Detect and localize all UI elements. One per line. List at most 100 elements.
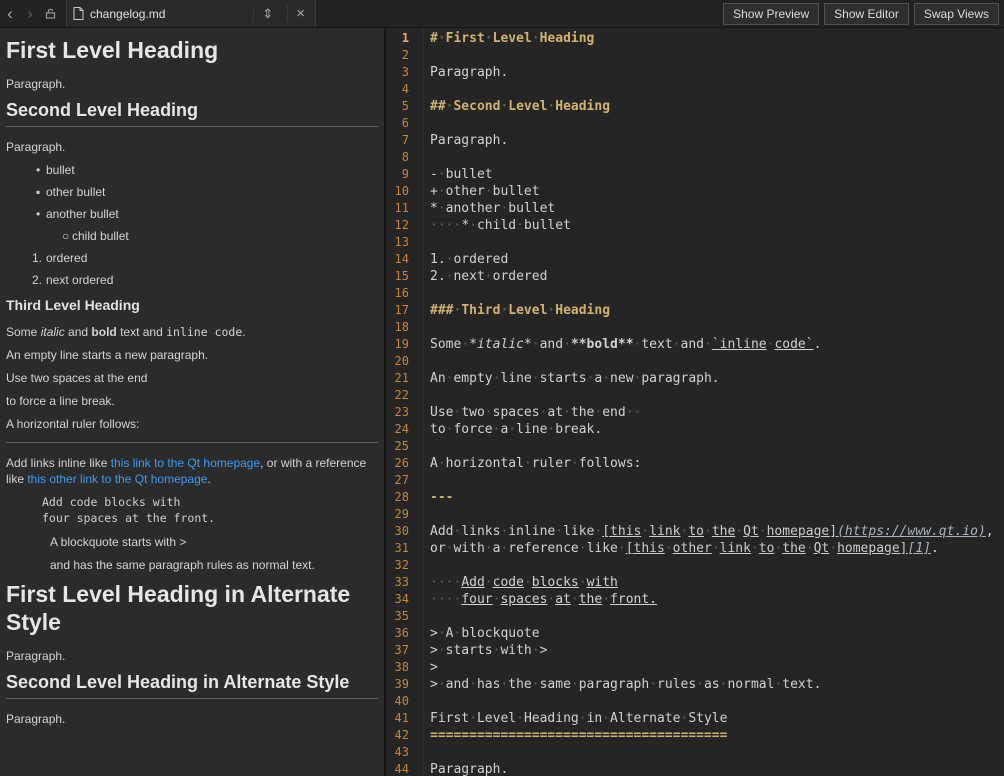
line-number[interactable]: 16 bbox=[386, 285, 409, 302]
editor-pane[interactable]: 1234567891011121314151617181920212223242… bbox=[386, 28, 1004, 776]
editor-line[interactable] bbox=[430, 115, 1004, 132]
editor-line[interactable] bbox=[430, 353, 1004, 370]
editor-line[interactable] bbox=[430, 557, 1004, 574]
line-number[interactable]: 38 bbox=[386, 659, 409, 676]
editor-line[interactable]: Add·links·inline·like·[this·link·to·the·… bbox=[430, 523, 1004, 540]
line-number[interactable]: 19 bbox=[386, 336, 409, 353]
line-number[interactable]: 44 bbox=[386, 761, 409, 776]
editor-line[interactable]: ###·Third·Level·Heading bbox=[430, 302, 1004, 319]
editor-line[interactable]: ##·Second·Level·Heading bbox=[430, 98, 1004, 115]
line-number[interactable]: 37 bbox=[386, 642, 409, 659]
editor-line[interactable]: -·bullet bbox=[430, 166, 1004, 183]
editor-line[interactable] bbox=[430, 319, 1004, 336]
line-number[interactable]: 6 bbox=[386, 115, 409, 132]
line-number[interactable]: 43 bbox=[386, 744, 409, 761]
editor-line[interactable]: ====================================== bbox=[430, 727, 1004, 744]
line-number[interactable]: 39 bbox=[386, 676, 409, 693]
close-tab-icon[interactable]: × bbox=[287, 5, 309, 22]
forward-button[interactable]: › bbox=[20, 1, 40, 27]
editor-line[interactable]: First·Level·Heading·in·Alternate·Style bbox=[430, 710, 1004, 727]
line-number[interactable]: 11 bbox=[386, 200, 409, 217]
line-number[interactable]: 42 bbox=[386, 727, 409, 744]
preview-link[interactable]: this other link to the Qt homepage bbox=[27, 472, 207, 486]
split-view-icon[interactable]: ⇕ bbox=[253, 6, 281, 22]
editor-line[interactable]: 2.·next·ordered bbox=[430, 268, 1004, 285]
line-number[interactable]: 29 bbox=[386, 506, 409, 523]
editor-line[interactable]: #·First·Level·Heading bbox=[430, 30, 1004, 47]
line-number[interactable]: 23 bbox=[386, 404, 409, 421]
editor-line[interactable] bbox=[430, 387, 1004, 404]
editor-line[interactable]: Paragraph. bbox=[430, 132, 1004, 149]
editor-line[interactable]: or·with·a·reference·like·[this·other·lin… bbox=[430, 540, 1004, 557]
line-number[interactable]: 15 bbox=[386, 268, 409, 285]
line-number[interactable]: 36 bbox=[386, 625, 409, 642]
editor-line[interactable] bbox=[430, 438, 1004, 455]
line-number[interactable]: 24 bbox=[386, 421, 409, 438]
editor-line[interactable] bbox=[430, 608, 1004, 625]
show-preview-button[interactable]: Show Preview bbox=[723, 3, 819, 25]
editor-line[interactable] bbox=[430, 81, 1004, 98]
editor-line[interactable]: Paragraph. bbox=[430, 64, 1004, 81]
lock-icon[interactable] bbox=[40, 8, 60, 19]
editor-line[interactable]: >·and·has·the·same·paragraph·rules·as·no… bbox=[430, 676, 1004, 693]
editor-line[interactable]: ····Add·code·blocks·with bbox=[430, 574, 1004, 591]
line-number[interactable]: 17 bbox=[386, 302, 409, 319]
line-number[interactable]: 8 bbox=[386, 149, 409, 166]
line-number[interactable]: 34 bbox=[386, 591, 409, 608]
line-number[interactable]: 22 bbox=[386, 387, 409, 404]
line-number[interactable]: 25 bbox=[386, 438, 409, 455]
editor-line[interactable] bbox=[430, 693, 1004, 710]
line-number[interactable]: 35 bbox=[386, 608, 409, 625]
editor-line[interactable]: A·horizontal·ruler·follows: bbox=[430, 455, 1004, 472]
editor-line[interactable] bbox=[430, 506, 1004, 523]
line-number[interactable]: 10 bbox=[386, 183, 409, 200]
editor-line[interactable]: > bbox=[430, 659, 1004, 676]
editor-line[interactable]: Paragraph. bbox=[430, 761, 1004, 776]
line-number[interactable]: 28 bbox=[386, 489, 409, 506]
show-editor-button[interactable]: Show Editor bbox=[824, 3, 909, 25]
line-number[interactable]: 33 bbox=[386, 574, 409, 591]
editor-line[interactable]: *·another·bullet bbox=[430, 200, 1004, 217]
editor-line[interactable]: >·starts·with·> bbox=[430, 642, 1004, 659]
swap-views-button[interactable]: Swap Views bbox=[914, 3, 999, 25]
line-number[interactable]: 40 bbox=[386, 693, 409, 710]
line-number[interactable]: 18 bbox=[386, 319, 409, 336]
line-number[interactable]: 9 bbox=[386, 166, 409, 183]
line-number[interactable]: 4 bbox=[386, 81, 409, 98]
line-number[interactable]: 21 bbox=[386, 370, 409, 387]
line-number[interactable]: 7 bbox=[386, 132, 409, 149]
editor-line[interactable] bbox=[430, 285, 1004, 302]
editor-line[interactable]: ····*·child·bullet bbox=[430, 217, 1004, 234]
line-number[interactable]: 3 bbox=[386, 64, 409, 81]
editor-line[interactable]: ····four·spaces·at·the·front. bbox=[430, 591, 1004, 608]
preview-link[interactable]: this link to the Qt homepage bbox=[111, 456, 260, 470]
line-number[interactable]: 14 bbox=[386, 251, 409, 268]
editor-line[interactable]: >·A·blockquote bbox=[430, 625, 1004, 642]
line-number[interactable]: 20 bbox=[386, 353, 409, 370]
line-number[interactable]: 41 bbox=[386, 710, 409, 727]
line-number[interactable]: 30 bbox=[386, 523, 409, 540]
editor-code[interactable]: #·First·Level·Heading Paragraph. ##·Second… bbox=[424, 28, 1004, 776]
line-number[interactable]: 5 bbox=[386, 98, 409, 115]
document-tab[interactable]: changelog.md ⇕ × bbox=[66, 0, 316, 27]
line-number[interactable]: 12 bbox=[386, 217, 409, 234]
line-number[interactable]: 1 bbox=[386, 30, 409, 47]
back-button[interactable]: ‹ bbox=[0, 1, 20, 27]
line-number[interactable]: 31 bbox=[386, 540, 409, 557]
editor-line[interactable]: An·empty·line·starts·a·new·paragraph. bbox=[430, 370, 1004, 387]
editor-line[interactable]: 1.·ordered bbox=[430, 251, 1004, 268]
editor-line[interactable]: +·other·bullet bbox=[430, 183, 1004, 200]
line-number[interactable]: 27 bbox=[386, 472, 409, 489]
line-number[interactable]: 13 bbox=[386, 234, 409, 251]
editor-line[interactable]: to·force·a·line·break. bbox=[430, 421, 1004, 438]
editor-line[interactable] bbox=[430, 472, 1004, 489]
editor-line[interactable]: Some·*italic*·and·**bold**·text·and·`inl… bbox=[430, 336, 1004, 353]
editor-line[interactable]: Use·two·spaces·at·the·end·· bbox=[430, 404, 1004, 421]
editor-line[interactable] bbox=[430, 149, 1004, 166]
line-number[interactable]: 2 bbox=[386, 47, 409, 64]
editor-line[interactable] bbox=[430, 47, 1004, 64]
editor-line[interactable]: --- bbox=[430, 489, 1004, 506]
editor-line[interactable] bbox=[430, 234, 1004, 251]
editor-line[interactable] bbox=[430, 744, 1004, 761]
line-number[interactable]: 32 bbox=[386, 557, 409, 574]
